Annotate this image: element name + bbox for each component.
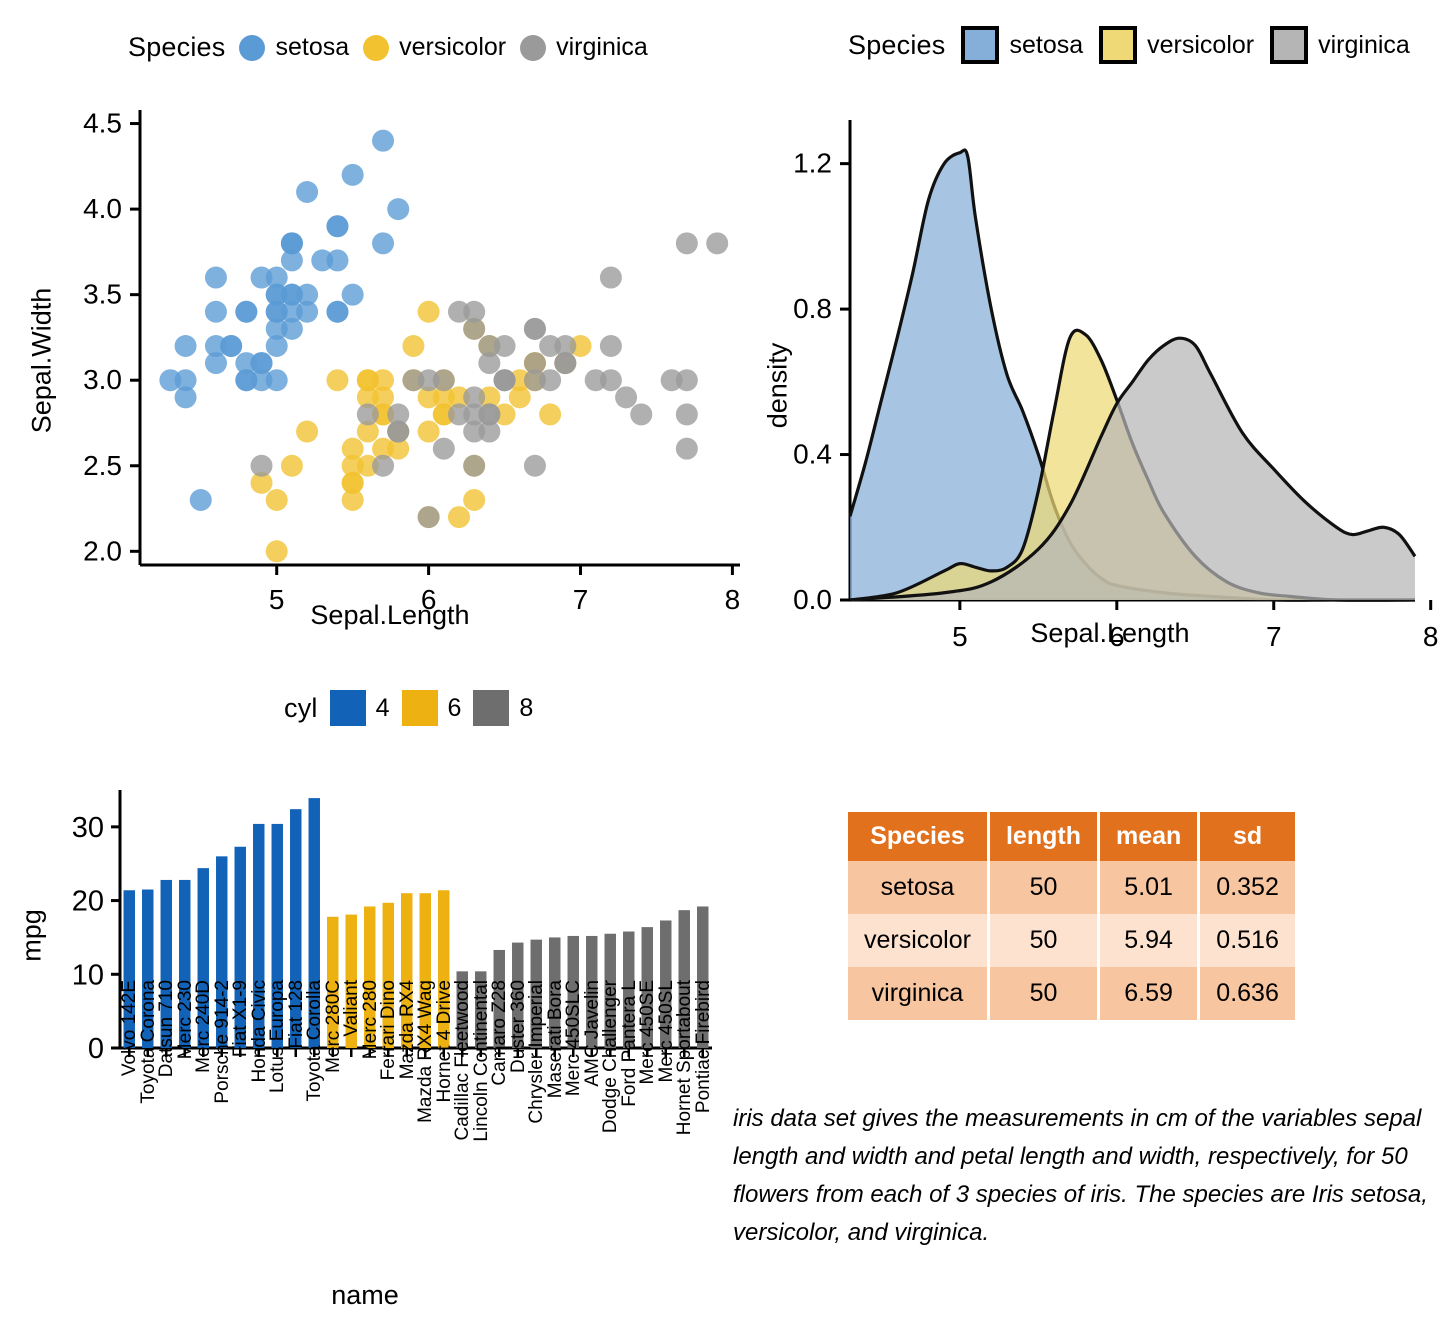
table-cell: 5.94 xyxy=(1098,914,1201,967)
cyl4-swatch-icon xyxy=(329,690,366,726)
table-cell: versicolor xyxy=(848,914,990,967)
table-cell: 50 xyxy=(988,967,1100,1020)
table-row: setosa 50 5.01 0.352 xyxy=(848,861,1298,914)
density-legend: Species setosa versicolor virginica xyxy=(848,26,1410,64)
scatter-xlabel: Sepal.Length xyxy=(310,600,470,630)
density-xlabel: Sepal.Length xyxy=(1030,618,1190,648)
svg-text:20: 20 xyxy=(72,886,104,918)
table-body: setosa 50 5.01 0.352 versicolor 50 5.94 0.516 vi… xyxy=(848,861,1298,1020)
iris-scatter-plot: Sepal.Width 2.0 2.5 3.0 3.5 4.0 4.5 5 6 7 8 Sepal… xyxy=(0,95,760,655)
bar-x-tick-labels: Volvo 142E Toyota Corona Datsun 710 Merc 23… xyxy=(0,980,740,1276)
table-cell: 50 xyxy=(988,914,1100,967)
legend-item-virginica[interactable]: virginica xyxy=(520,33,648,62)
table-column-header: sd xyxy=(1198,812,1298,861)
legend-item-setosa[interactable]: setosa xyxy=(239,33,349,62)
legend-fill-item-versicolor[interactable]: versicolor xyxy=(1099,26,1254,64)
svg-text:2.0: 2.0 xyxy=(83,535,122,566)
svg-text:2.5: 2.5 xyxy=(83,450,122,481)
cyl-legend-title: cyl xyxy=(284,692,318,723)
table-cell: 6.59 xyxy=(1098,967,1201,1020)
svg-text:8: 8 xyxy=(1423,621,1439,652)
table-cell: 50 xyxy=(988,861,1100,914)
density-legend-title: Species xyxy=(848,29,946,60)
svg-text:1.2: 1.2 xyxy=(793,148,832,179)
table-cell: 0.352 xyxy=(1198,861,1298,914)
table-cell: 0.516 xyxy=(1198,914,1298,967)
density-ylabel: density xyxy=(762,342,793,429)
table-cell: setosa xyxy=(848,861,990,914)
virginica-swatch-icon xyxy=(520,34,547,61)
svg-text:30: 30 xyxy=(72,812,104,844)
virginica-fill-swatch-icon xyxy=(1270,26,1309,64)
bar-x-label: Pontiac Firebird xyxy=(692,980,714,1114)
dataset-caption: iris data set gives the measurements in … xyxy=(733,1105,1428,1246)
legend-fill-label-virginica: virginica xyxy=(1318,30,1410,59)
table-header-row: Species length mean sd xyxy=(848,812,1298,861)
summary-table-wrapper: Species length mean sd setosa 50 5.01 0.352 ver… xyxy=(848,812,1298,1020)
legend-cyl-item-6[interactable]: 6 xyxy=(401,690,462,726)
setosa-fill-swatch-icon xyxy=(961,26,1000,64)
legend-cyl-label-8: 8 xyxy=(519,693,534,722)
scatter-legend: Species setosa versicolor virginica xyxy=(128,32,648,63)
iris-density-plot: density 0.0 0.4 0.8 1.2 5 6 7 8 Sepal.Length xyxy=(740,100,1440,680)
legend-cyl-item-4[interactable]: 4 xyxy=(329,690,390,726)
scatter-legend-title: Species xyxy=(128,32,226,62)
legend-label-setosa: setosa xyxy=(275,33,350,61)
svg-text:4.5: 4.5 xyxy=(83,108,122,139)
table-row: versicolor 50 5.94 0.516 xyxy=(848,914,1298,967)
table-row: virginica 50 6.59 0.636 xyxy=(848,967,1298,1020)
table-cell: 5.01 xyxy=(1098,861,1201,914)
svg-text:0.4: 0.4 xyxy=(793,439,832,470)
cyl6-swatch-icon xyxy=(401,690,438,726)
svg-text:8: 8 xyxy=(725,584,741,615)
density-canvas: 0.00.40.81.25 6 7 8 xyxy=(793,120,1439,652)
svg-text:3.0: 3.0 xyxy=(83,364,122,395)
svg-text:10: 10 xyxy=(72,959,104,991)
scatter-ylabel: Sepal.Width xyxy=(26,287,57,434)
svg-text:0.0: 0.0 xyxy=(793,584,832,615)
legend-cyl-item-8[interactable]: 8 xyxy=(473,690,533,726)
iris-summary-table: Species length mean sd setosa 50 5.01 0.352 ver… xyxy=(848,812,1298,1020)
svg-text:3.5: 3.5 xyxy=(83,279,122,310)
bar-xlabel: name xyxy=(331,1280,399,1310)
table-cell: 0.636 xyxy=(1198,967,1298,1020)
legend-fill-label-versicolor: versicolor xyxy=(1147,30,1255,59)
svg-text:0.8: 0.8 xyxy=(793,293,832,324)
legend-fill-item-setosa[interactable]: setosa xyxy=(961,26,1083,64)
legend-label-virginica: virginica xyxy=(556,33,648,61)
table-column-header: length xyxy=(988,812,1100,861)
legend-label-versicolor: versicolor xyxy=(399,33,507,61)
legend-item-versicolor[interactable]: versicolor xyxy=(363,33,506,62)
legend-fill-label-setosa: setosa xyxy=(1009,30,1084,59)
svg-text:4.0: 4.0 xyxy=(83,193,122,224)
legend-cyl-label-6: 6 xyxy=(447,693,462,722)
table-column-header: mean xyxy=(1098,812,1201,861)
bar-ylabel: mpg xyxy=(16,909,47,962)
versicolor-fill-swatch-icon xyxy=(1099,26,1138,64)
legend-fill-item-virginica[interactable]: virginica xyxy=(1270,26,1410,64)
versicolor-swatch-icon xyxy=(363,34,390,61)
table-column-header: Species xyxy=(848,812,990,861)
scatter-canvas: 2.02.53.03.54.04.55 6 7 8 xyxy=(83,108,741,615)
setosa-swatch-icon xyxy=(239,34,266,61)
cyl8-swatch-icon xyxy=(473,690,510,726)
mtcars-bar-chart: mpg 0 10 20 30 Volvo 142E Toyota Corona Datsu… xyxy=(0,780,740,1340)
cyl-legend: cyl 4 6 8 xyxy=(284,690,533,726)
table-cell: virginica xyxy=(848,967,990,1020)
legend-cyl-label-4: 4 xyxy=(375,693,390,722)
